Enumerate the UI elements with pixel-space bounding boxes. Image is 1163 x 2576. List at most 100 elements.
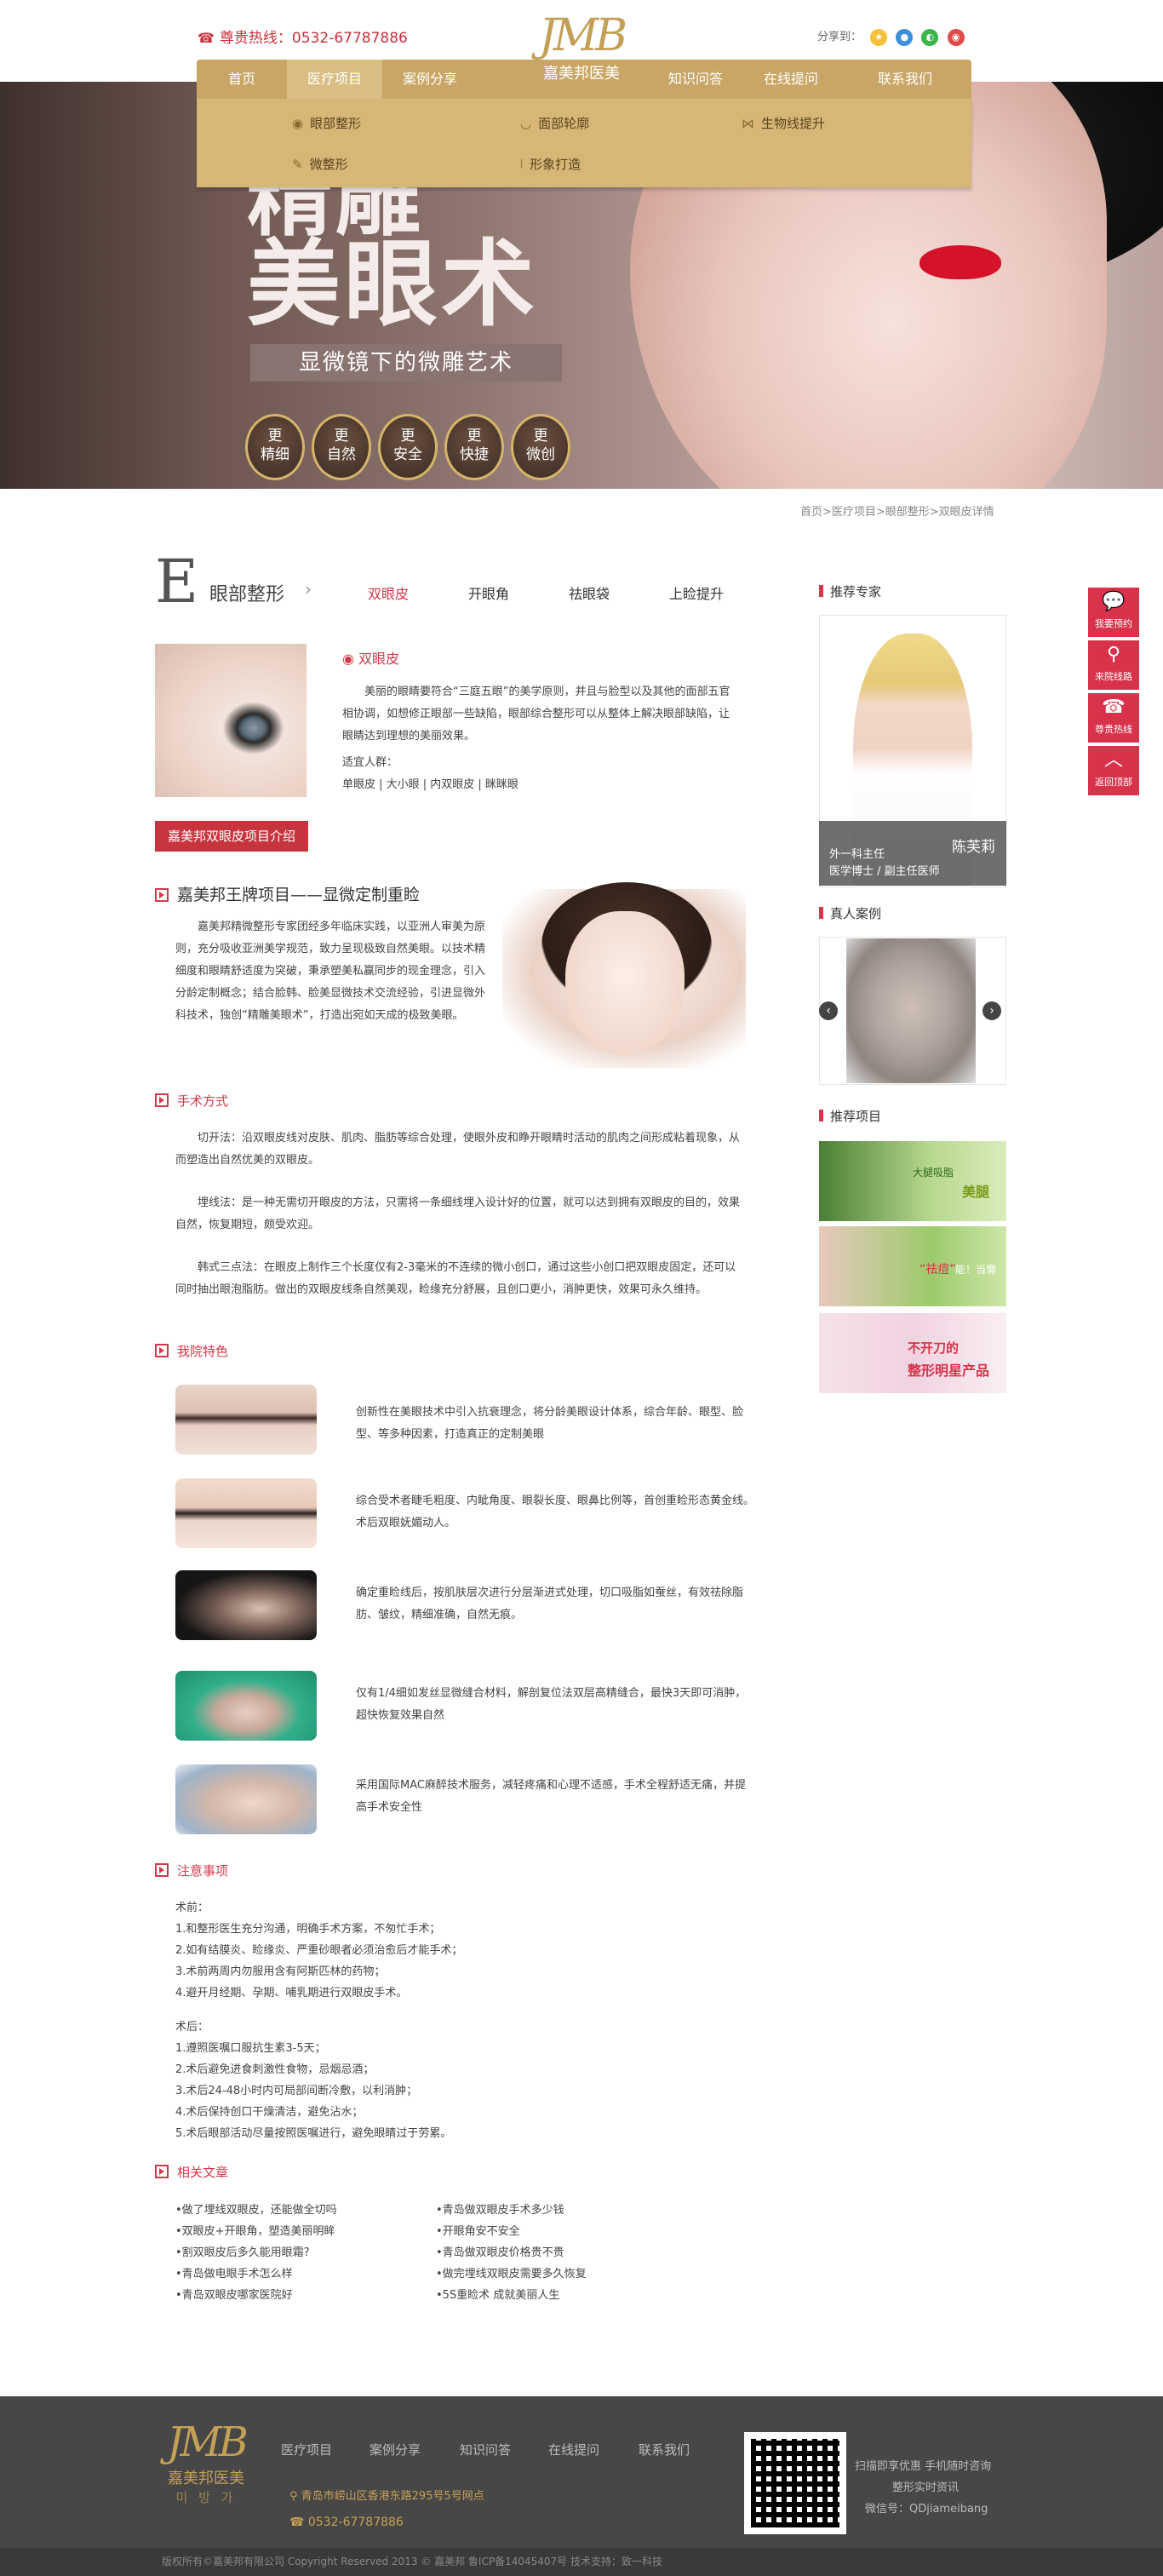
- qq-icon[interactable]: ●: [896, 28, 914, 46]
- qr-line: 整形实时资讯: [892, 2481, 960, 2494]
- logo-name: 嘉美邦医美: [543, 65, 620, 83]
- intro-title: ◉ 双眼皮: [342, 647, 399, 668]
- note-line: 4.术后保持创口干燥清洁，避免沾水；: [175, 2106, 364, 2119]
- article-link[interactable]: •开眼角安不安全: [436, 2222, 520, 2238]
- site-logo[interactable]: JMB 嘉美邦医美: [524, 12, 639, 97]
- eye-photo: [155, 644, 307, 797]
- document-icon: [155, 2165, 169, 2178]
- feature-photo: [175, 1764, 317, 1834]
- recommend-banner[interactable]: 不开刀的 整形明星产品: [819, 1313, 1006, 1393]
- phone-icon: ☎: [198, 30, 215, 46]
- carousel-prev-icon[interactable]: ‹: [819, 1001, 838, 1020]
- tab-eyelid-lift[interactable]: 上睑提升: [669, 582, 724, 603]
- badge-top: 更: [334, 427, 349, 445]
- note-line: 4.避开月经期、孕期、哺乳期进行双眼皮手术。: [175, 1987, 408, 1999]
- footer-nav-contact[interactable]: 联系我们: [639, 2441, 690, 2458]
- nav-contact[interactable]: 联系我们: [857, 60, 953, 99]
- hotline-button[interactable]: ☎ 尊贵热线: [1088, 693, 1139, 743]
- back-to-top-button[interactable]: ︿ 返回顶部: [1088, 746, 1139, 795]
- banner-subtitle: 显微镜下的微雕艺术: [250, 344, 562, 382]
- case-photo[interactable]: [846, 938, 976, 1083]
- feature-text: 确定重睑线后，按肌肤层次进行分层渐进式处理，切口吸脂如蚕丝，有效祛除脂肪、皱纹，…: [356, 1586, 744, 1621]
- logo-mark: JMB: [538, 10, 627, 61]
- submenu-eye[interactable]: ◉ 眼部整形: [292, 114, 361, 132]
- doctor-title: 外一科主任: [829, 848, 885, 861]
- location-icon: ⚲: [289, 2490, 301, 2503]
- expert-heading-text: 推荐专家: [830, 584, 882, 600]
- tab-eyebag[interactable]: 祛眼袋: [569, 582, 610, 603]
- banner-badge: 更快捷: [444, 414, 504, 480]
- rec-word: 整形明星产品: [908, 1363, 990, 1379]
- qr-line: 微信号：QDjiameibang: [865, 2503, 988, 2516]
- booking-button[interactable]: 💬 我要预约: [1088, 588, 1139, 637]
- notes-before-label: 术前：: [175, 1902, 209, 1914]
- footer-phone: ☎ 0532-67787886: [289, 2516, 404, 2529]
- recommend-heading-text: 推荐项目: [830, 1109, 882, 1124]
- footer-logo[interactable]: JMB 嘉美邦医美 미 방 가: [158, 2418, 254, 2506]
- submenu-micro[interactable]: ✎ 微整形: [292, 155, 348, 173]
- footer-nav-cases[interactable]: 案例分享: [370, 2441, 421, 2458]
- note-line: 3.术前两周内勿服用含有阿斯匹林的药物；: [175, 1965, 386, 1978]
- footer-nav-qa[interactable]: 知识问答: [460, 2441, 511, 2458]
- rec-tag: 大腿吸脂: [913, 1167, 954, 1179]
- article-link[interactable]: •青岛双眼皮哪家医院好: [175, 2286, 293, 2302]
- footer-phone-text: 0532-67787886: [307, 2516, 404, 2529]
- method-item: 韩式三点法：在眼皮上制作三个长度仅有2-3毫米的不连续的微小创口，通过这些小创口…: [175, 1261, 736, 1296]
- notes-after-label: 术后：: [175, 2021, 209, 2034]
- recommend-banner[interactable]: 大腿吸脂 美腿: [819, 1141, 1006, 1221]
- carousel-next-icon[interactable]: ›: [983, 1001, 1001, 1020]
- nav-qa[interactable]: 知识问答: [648, 60, 743, 99]
- nav-cases[interactable]: 案例分享: [382, 60, 478, 99]
- badge-top: 更: [467, 427, 482, 445]
- makeup-icon: ⦚: [520, 157, 524, 172]
- footer-logo-korean: 미 방 가: [175, 2490, 237, 2505]
- route-button[interactable]: ⚲ 来院线路: [1088, 640, 1139, 690]
- footer-nav-ask[interactable]: 在线提问: [548, 2441, 599, 2458]
- footer-nav-medical[interactable]: 医疗项目: [281, 2441, 332, 2458]
- flagship-paragraph: 嘉美邦精微整形专家团经多年临床实践，以亚洲人审美为原则，充分吸收亚洲美学规范，致…: [175, 921, 486, 1022]
- nav-home[interactable]: 首页: [197, 60, 287, 99]
- submenu-label: 微整形: [309, 157, 348, 172]
- article-link[interactable]: •5S重睑术 成就美丽人生: [436, 2286, 559, 2302]
- methods-heading: 手术方式: [155, 1092, 228, 1110]
- weibo-icon[interactable]: ◉: [947, 28, 965, 46]
- feature-text: 采用国际MAC麻醉技术服务，减轻疼痛和心理不适感，手术全程舒适无痛，并提高手术安…: [356, 1779, 746, 1814]
- breadcrumb[interactable]: 首页>医疗项目>眼部整形>双眼皮详情: [800, 502, 994, 519]
- article-link[interactable]: •做了埋线双眼皮，还能做全切吗: [175, 2200, 337, 2217]
- eye-icon: ◉: [342, 651, 359, 667]
- submenu-face[interactable]: ◡ 面部轮廓: [520, 114, 589, 132]
- hotline-text: 尊贵热线：0532-67787886: [219, 30, 408, 47]
- nav-ask[interactable]: 在线提问: [743, 60, 839, 99]
- notes-heading-text: 注意事项: [177, 1863, 229, 1879]
- feature-photo: [175, 1385, 317, 1454]
- article-link[interactable]: •青岛做双眼皮价格贵不贵: [436, 2243, 564, 2259]
- badge-bottom: 微创: [526, 446, 555, 463]
- submenu-thread[interactable]: ⋈ 生物线提升: [742, 114, 825, 132]
- submenu-image[interactable]: ⦚ 形象打造: [520, 155, 581, 173]
- section-marker: [155, 888, 177, 904]
- article-link[interactable]: •做完埋线双眼皮需要多久恢复: [436, 2264, 587, 2281]
- badge-bottom: 精细: [261, 446, 289, 463]
- article-link[interactable]: •青岛做双眼皮手术多少钱: [436, 2200, 564, 2217]
- wechat-icon[interactable]: ◐: [921, 28, 939, 46]
- article-link[interactable]: •割双眼皮后多久能用眼霜?: [175, 2243, 310, 2259]
- qzone-icon[interactable]: ★: [870, 28, 888, 46]
- intro-button[interactable]: 嘉美邦双眼皮项目介绍: [155, 821, 308, 852]
- note-line: 2.术后避免进食刺激性食物，忌烟忌酒；: [175, 2063, 375, 2076]
- float-label: 返回顶部: [1095, 777, 1132, 788]
- method-item: 切开法：沿双眼皮线对皮肤、肌肉、脂肪等综合处理，使眼外皮和睁开眼睛时活动的肌肉之…: [175, 1132, 741, 1167]
- model-face: [565, 911, 685, 1056]
- tab-double-eyelid[interactable]: 双眼皮: [368, 582, 409, 603]
- chevron-right-icon: ›: [305, 579, 312, 600]
- note-line: 2.如有结膜炎、睑缘炎、严重砂眼者必须治愈后才能手术；: [175, 1944, 463, 1957]
- tab-canthoplasty[interactable]: 开眼角: [468, 582, 509, 603]
- nav-medical[interactable]: 医疗项目: [287, 60, 382, 99]
- flagship-title: 嘉美邦王牌项目——显微定制重睑: [155, 882, 420, 905]
- article-link[interactable]: •双眼皮+开眼角，塑造美丽明眸: [175, 2222, 335, 2238]
- article-link[interactable]: •青岛做电眼手术怎么样: [175, 2264, 293, 2281]
- recommend-banner[interactable]: “祛痘” 能！当需: [819, 1226, 1006, 1306]
- phone-icon: ☎: [1102, 697, 1126, 718]
- badge-top: 更: [400, 427, 415, 445]
- articles-heading: 相关文章: [155, 2163, 228, 2181]
- feature-photo: [175, 1478, 317, 1548]
